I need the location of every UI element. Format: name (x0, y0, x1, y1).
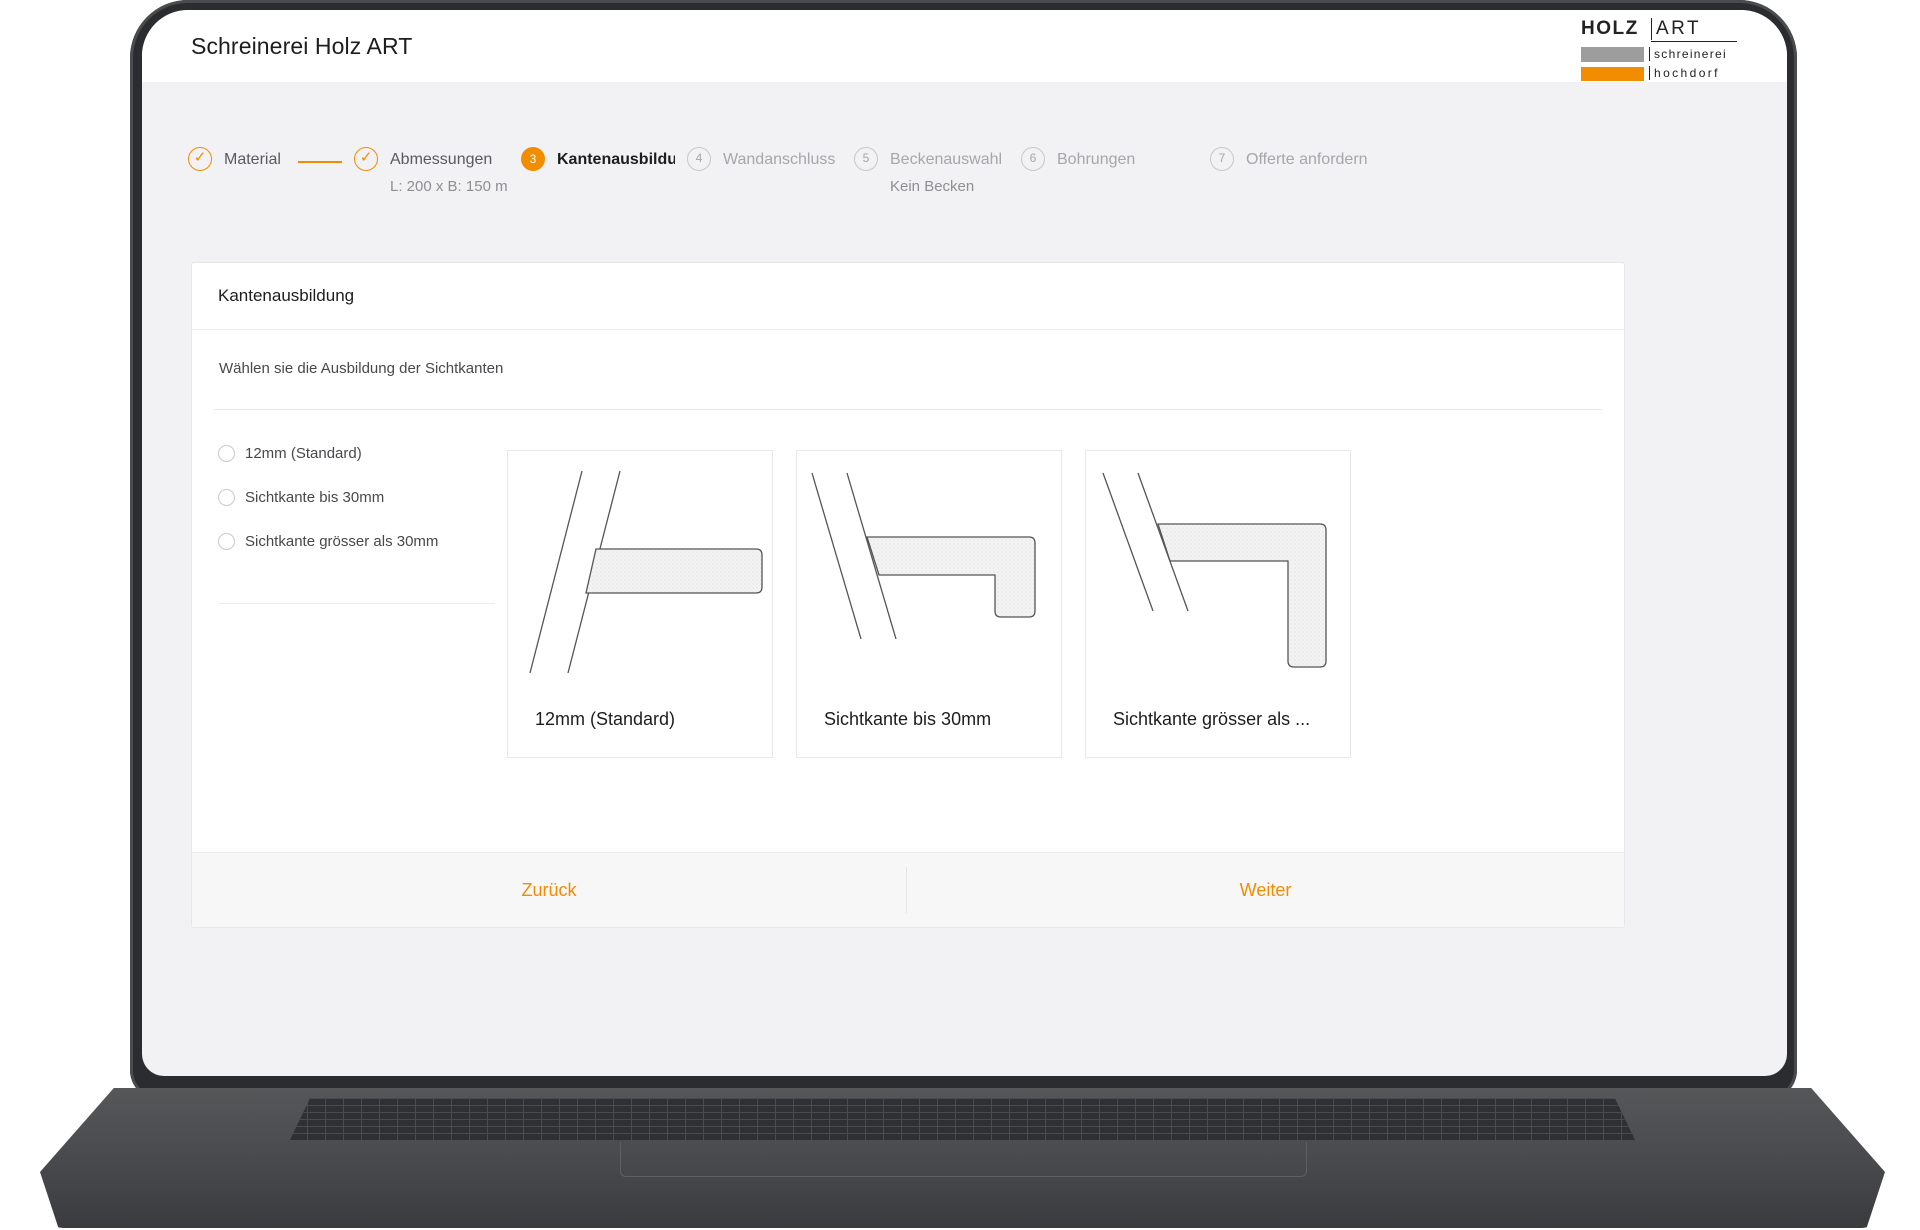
step-number: 7 (1210, 147, 1234, 171)
radio-button[interactable] (218, 533, 235, 550)
laptop-screen: Schreinerei Holz ART HOLZ ART schreinere… (142, 10, 1787, 1076)
radio-button[interactable] (218, 489, 235, 506)
step-label: Beckenauswahl (890, 151, 1003, 168)
option-card-12mm[interactable]: 12mm (Standard) (507, 450, 773, 758)
step-number: 4 (687, 147, 711, 171)
edge-radio-group: 12mm (Standard) Sichtkante bis 30mm Sich… (218, 443, 495, 575)
radio-label: Sichtkante grösser als 30mm (245, 533, 439, 550)
option-card-30mm[interactable]: Sichtkante bis 30mm (796, 450, 1062, 758)
card-header: Kantenausbildung (192, 263, 1624, 330)
app-header: Schreinerei Holz ART HOLZ ART schreinere… (142, 10, 1787, 82)
edge-selection-card: Kantenausbildung Wählen sie die Ausbildu… (191, 262, 1625, 928)
card-subtitle: Wählen sie die Ausbildung der Sichtkante… (219, 360, 504, 377)
logo-rule (1651, 41, 1737, 42)
card-title: Kantenausbildung (218, 286, 355, 305)
radio-label: Sichtkante bis 30mm (245, 489, 385, 506)
radio-option-30mm[interactable]: Sichtkante bis 30mm (218, 487, 495, 531)
radio-divider (218, 603, 495, 604)
checkmark-icon: ✓ (354, 147, 378, 171)
radio-option-over-30mm[interactable]: Sichtkante grösser als 30mm (218, 531, 495, 575)
next-button[interactable]: Weiter (907, 853, 1624, 927)
step-summary: L: 200 x B: 150 m (390, 178, 508, 195)
step-summary: Kein Becken (890, 178, 975, 195)
back-button[interactable]: Zurück (192, 853, 906, 927)
laptop-base (40, 1088, 1885, 1228)
checkmark-icon: ✓ (188, 147, 212, 171)
wizard-stepper: ✓ Material ✓ Abmessungen L: 200 x B: 150… (188, 147, 1588, 207)
step-label: Material (224, 151, 281, 168)
step-label: Abmessungen (390, 151, 493, 168)
logo-line-schreinerei: schreinerei (1649, 47, 1727, 61)
app-title: Schreinerei Holz ART (191, 33, 413, 59)
step-connector (298, 161, 342, 163)
option-label: 12mm (Standard) (535, 709, 676, 729)
step-number: 5 (854, 147, 878, 171)
step-label: Wandanschluss (723, 151, 836, 168)
logo-orange-bar (1581, 67, 1644, 81)
logo-grey-bar (1581, 47, 1644, 62)
edge-30mm-icon (811, 472, 1036, 640)
radio-option-12mm[interactable]: 12mm (Standard) (218, 443, 495, 487)
logo-wordmark-holz: HOLZ (1581, 18, 1639, 39)
logo-line-hochdorf: hochdorf (1649, 66, 1720, 80)
logo-wordmark-art: ART (1651, 18, 1701, 40)
option-label: Sichtkante bis 30mm (824, 709, 992, 729)
step-label: Offerte anfordern (1246, 151, 1368, 168)
edge-over-30mm-icon (1102, 472, 1327, 668)
step-label: Bohrungen (1057, 151, 1136, 168)
laptop-keyboard (290, 1098, 1635, 1140)
step-number: 3 (521, 147, 545, 171)
edge-12mm-icon (529, 470, 763, 674)
laptop-trackpad (620, 1142, 1307, 1177)
card-footer: Zurück Weiter (192, 852, 1624, 927)
section-divider (214, 409, 1602, 410)
step-number: 6 (1021, 147, 1045, 171)
step-label: Kantenausbildung (557, 151, 675, 168)
radio-button[interactable] (218, 445, 235, 462)
option-card-over-30mm[interactable]: Sichtkante grösser als ... (1085, 450, 1351, 758)
option-label: Sichtkante grösser als ... (1113, 709, 1311, 729)
radio-label: 12mm (Standard) (245, 445, 362, 462)
holz-art-logo[interactable]: HOLZ ART schreinerei hochdorf (1581, 16, 1737, 81)
